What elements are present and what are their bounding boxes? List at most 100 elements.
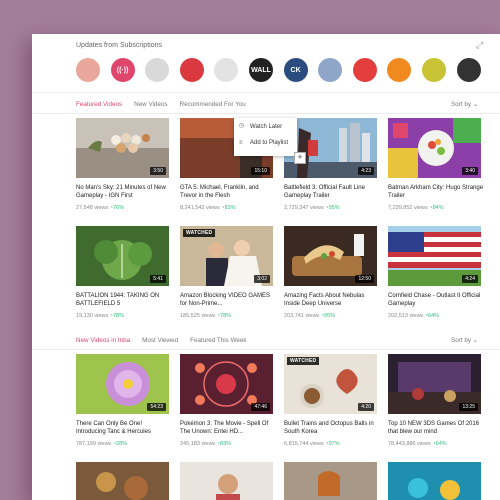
like-percent: ◔64% (432, 441, 447, 447)
divider (32, 113, 500, 114)
video-meta: 7,239,852 views ◔84% (388, 205, 444, 211)
video-thumbnail-10[interactable]: 47:46 (180, 354, 273, 414)
duration-badge: 3:50 (150, 167, 166, 175)
divider (32, 349, 500, 350)
playlist-icon: ≡ (239, 140, 243, 146)
video-title[interactable]: Bullet Trains and Octopus Balls in South… (284, 421, 380, 436)
video-meta: 8,241,542 views ◔83% (180, 205, 236, 211)
video-title[interactable]: Amazing Facts About Nebulas Inside Deep … (284, 293, 380, 308)
view-count: 787,199 views (76, 441, 112, 447)
video-thumbnail-9[interactable]: 54:23 (76, 354, 169, 414)
video-meta: 78,443,886 views ◔64% (388, 441, 447, 447)
tab-featured-videos[interactable]: Featured Videos (76, 101, 122, 113)
video-thumbnail-8[interactable]: 4:24 (388, 226, 481, 286)
view-count: 6,815,744 views (284, 441, 324, 447)
main-card: Updates from Subscriptions ⤢ ((·)) WALL CK… (32, 34, 500, 500)
subscription-avatar-5[interactable] (214, 58, 239, 82)
video-meta: 202,513 views ◔64% (388, 313, 439, 319)
watched-badge: WATCHED (287, 357, 320, 365)
like-percent: ◔64% (424, 313, 440, 319)
video-meta: 6,815,744 views ◔97% (284, 441, 340, 447)
video-thumbnail-11[interactable]: WATCHED 4:20 (284, 354, 377, 414)
video-title[interactable]: Amazon Blocking VIDEO GAMES for Non-Prim… (180, 293, 276, 308)
subscription-avatar-8[interactable] (318, 58, 343, 82)
video-thumbnail-5[interactable]: 5:41 (76, 226, 169, 286)
video-thumbnail-7[interactable]: 12:50 (284, 226, 377, 286)
video-thumbnail-3[interactable]: 4:23 (284, 118, 377, 178)
video-title[interactable]: Cornfield Chase - Outlast II Official Ga… (388, 293, 484, 308)
video-thumbnail-4[interactable]: 3:40 (388, 118, 481, 178)
video-meta: 245,183 views ◔83% (180, 441, 231, 447)
duration-badge: 13:25 (459, 403, 478, 411)
expand-icon[interactable]: ⤢ (476, 40, 486, 50)
tab-featured-this-week[interactable]: Featured This Week (190, 337, 246, 349)
video-title[interactable]: Pokémon 3: The Movie - Spell Of The Unow… (180, 421, 276, 436)
video-meta: 203,741 views ◔95% (284, 313, 335, 319)
tab-most-viewed[interactable]: Most Viewed (142, 337, 178, 349)
subscription-avatar-7[interactable]: CK (283, 58, 308, 82)
subscription-avatar-11[interactable] (422, 58, 446, 82)
video-title[interactable]: GTA 5: Michael, Franklin, and Trevor in … (180, 185, 276, 200)
sort-by-dropdown[interactable]: Sort by ⌄ (451, 101, 478, 108)
duration-badge: 54:23 (147, 403, 166, 411)
duration-badge: 47:46 (251, 403, 270, 411)
watched-badge: WATCHED (183, 229, 216, 237)
subscription-avatar-9[interactable] (352, 58, 377, 82)
video-meta: 787,199 views ◔28% (76, 441, 127, 447)
watch-later-option[interactable]: Watch Later (250, 124, 282, 130)
like-percent: ◔76% (109, 205, 124, 211)
video-title[interactable]: No Man's Sky: 21 Minutes of New Gameplay… (76, 185, 172, 200)
video-meta: 19,130 views ◔78% (76, 313, 124, 319)
duration-badge: 3:02 (254, 275, 270, 283)
video-title[interactable]: BATTALION 1944: TAKING ON BATTLEFIELD 5 (76, 293, 172, 308)
video-thumbnail-16[interactable] (388, 462, 481, 500)
subscription-avatar-4[interactable] (179, 58, 204, 82)
subscription-avatar-6[interactable]: WALL (249, 58, 273, 82)
section2-tabs: New Videos in Inba Most Viewed Featured … (76, 337, 247, 349)
video-thumbnail-12[interactable]: 13:25 (388, 354, 481, 414)
view-count: 203,741 views (284, 313, 320, 319)
video-title[interactable]: There Can Only Be One! Introducing Tanc … (76, 421, 172, 436)
clock-icon: ◷ (239, 123, 245, 129)
video-thumbnail-14[interactable] (180, 462, 273, 500)
video-context-menu: ◷ Watch Later ≡ Add to Playlist (234, 118, 297, 156)
sort-by-dropdown[interactable]: Sort by ⌄ (451, 337, 478, 344)
duration-badge: 12:50 (355, 275, 374, 283)
add-to-playlist-option[interactable]: Add to Playlist (250, 140, 288, 146)
subscriptions-title: Updates from Subscriptions (76, 42, 162, 49)
like-percent: ◔78% (216, 313, 232, 319)
subscription-avatar-12[interactable] (456, 58, 481, 82)
view-count: 2,729,347 views (284, 205, 324, 211)
view-count: 27,548 views (76, 205, 109, 211)
like-percent: ◔78% (109, 313, 124, 319)
video-thumbnail-15[interactable] (284, 462, 377, 500)
subscription-avatar-3[interactable] (145, 58, 170, 82)
video-thumbnail-1[interactable]: 3:50 (76, 118, 169, 178)
section1-tabs: Featured Videos New Videos Recommended F… (76, 101, 246, 113)
like-percent: ◔95% (325, 205, 340, 211)
subscription-avatar-1[interactable] (76, 58, 100, 82)
duration-badge: 4:23 (358, 167, 374, 175)
tab-recommended[interactable]: Recommended For You (180, 101, 246, 113)
view-count: 8,241,542 views (180, 205, 220, 211)
duration-badge: 4:20 (358, 403, 374, 411)
video-meta: 2,729,347 views ◔95% (284, 205, 340, 211)
view-count: 185,525 views (180, 313, 216, 319)
video-title[interactable]: Top 10 NEW 3DS Games Of 2016 that blew o… (388, 421, 484, 436)
subscription-avatar-2[interactable]: ((·)) (110, 58, 135, 82)
video-title[interactable]: Battlefield 3: Official Fault Line Gamep… (284, 185, 380, 200)
video-thumbnail-6[interactable]: WATCHED 3:02 (180, 226, 273, 286)
like-percent: ◔95% (320, 313, 336, 319)
tab-new-videos-in-inba[interactable]: New Videos in Inba (76, 337, 130, 349)
duration-badge: 5:41 (150, 275, 166, 283)
duration-badge: 4:24 (462, 275, 478, 283)
subscription-avatar-10[interactable] (387, 58, 412, 82)
video-title[interactable]: Batman Arkham City: Hugo Strange Trailer (388, 185, 484, 200)
add-button[interactable]: + (294, 152, 306, 164)
video-thumbnail-13[interactable] (76, 462, 169, 500)
like-percent: ◔83% (221, 205, 236, 211)
video-meta: 185,525 views ◔78% (180, 313, 231, 319)
view-count: 7,239,852 views (388, 205, 428, 211)
view-count: 245,183 views (180, 441, 216, 447)
tab-new-videos[interactable]: New Videos (134, 101, 168, 113)
